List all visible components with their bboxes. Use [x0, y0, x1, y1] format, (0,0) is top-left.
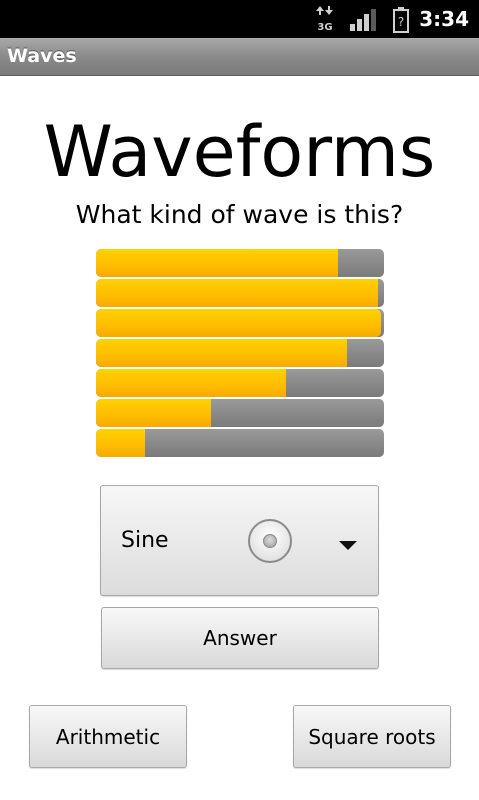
waveform-bar-fill [96, 339, 347, 367]
waveform-bar-fill [96, 279, 379, 307]
spinner-selected-value: Sine [121, 528, 169, 553]
arithmetic-button-label: Arithmetic [55, 724, 161, 749]
waveform-bar [96, 309, 384, 337]
waveform-bar-fill [96, 399, 212, 427]
square-roots-button-label: Square roots [308, 724, 436, 749]
waveform-bar [96, 249, 384, 277]
signal-strength-icon [350, 9, 376, 31]
waveform-bar-fill [96, 369, 287, 397]
app-title: Waves [7, 45, 77, 67]
data-arrows-icon: 3G [316, 6, 333, 32]
waveform-bar-fill [96, 429, 145, 457]
waveform-bar [96, 429, 384, 457]
waveform-bars [96, 249, 384, 459]
battery-unknown-glyph: ? [398, 15, 404, 29]
title-bar: Waves [0, 38, 479, 76]
network-type-label: 3G [317, 22, 332, 32]
waveform-bar [96, 339, 384, 367]
answer-button[interactable]: Answer [101, 607, 379, 669]
radio-indicator-icon [248, 519, 292, 563]
waveform-bar-fill [96, 309, 382, 337]
radio-dot [263, 534, 277, 548]
waveform-bar-fill [96, 249, 338, 277]
wave-type-spinner[interactable]: Sine [100, 485, 379, 596]
waveform-bar [96, 369, 384, 397]
square-roots-button[interactable]: Square roots [293, 705, 451, 768]
waveform-bar [96, 279, 384, 307]
battery-unknown-icon: ? [393, 7, 409, 33]
arithmetic-button[interactable]: Arithmetic [29, 705, 187, 768]
page-title: Waveforms [43, 111, 436, 193]
status-bar: 3G ? 3:34 [0, 0, 479, 38]
waveform-bar [96, 399, 384, 427]
status-clock: 3:34 [419, 7, 469, 31]
answer-button-label: Answer [203, 626, 277, 650]
dropdown-arrow-icon [339, 541, 357, 550]
question-text: What kind of wave is this? [75, 200, 404, 229]
